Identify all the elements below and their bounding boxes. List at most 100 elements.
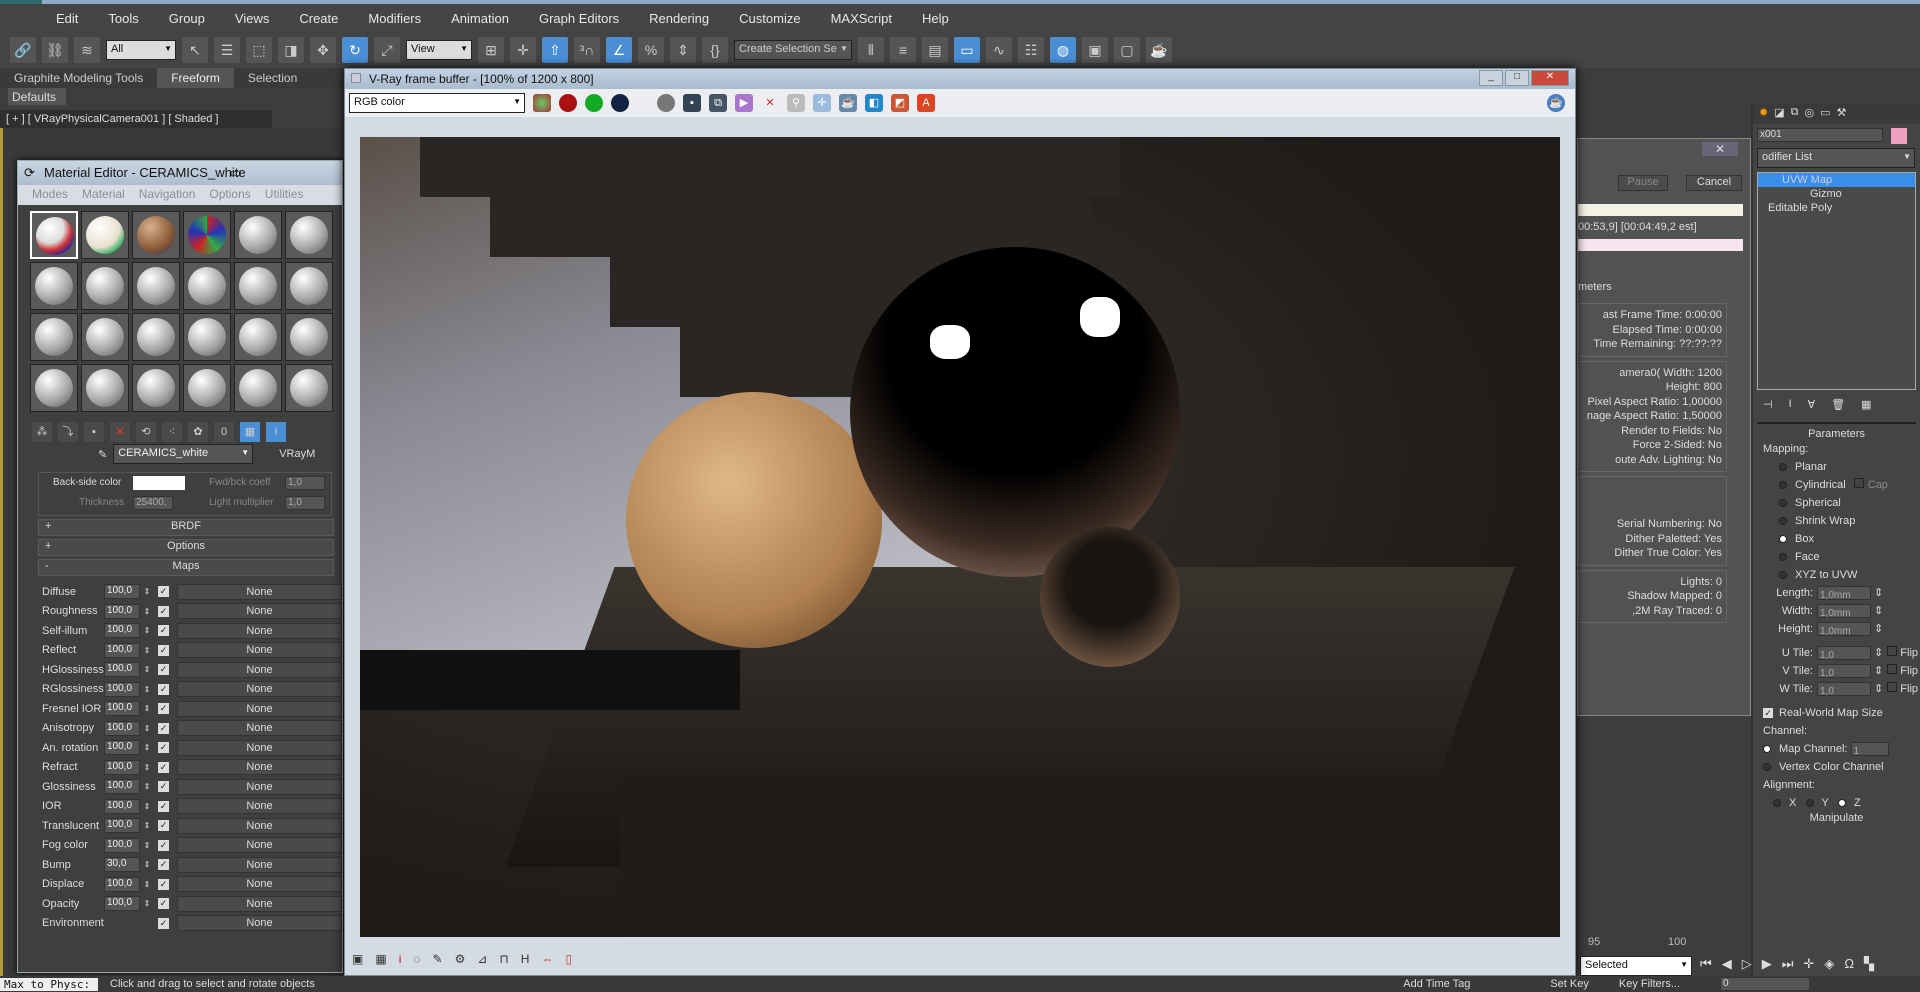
sample-slot[interactable] xyxy=(234,313,282,361)
menu-create[interactable]: Create xyxy=(299,11,338,26)
align-x-radio[interactable] xyxy=(1773,799,1781,808)
spinner-icon[interactable]: ⇕ xyxy=(142,587,152,596)
map-enabled-checkbox[interactable]: ✓ xyxy=(158,644,169,656)
table-icon[interactable]: ▦ xyxy=(375,952,386,970)
sample-slot[interactable] xyxy=(183,313,231,361)
map-slot-button[interactable]: None xyxy=(177,837,342,854)
modifier-list-dropdown[interactable]: odifier List xyxy=(1757,148,1915,168)
map-amount-field[interactable]: 100,0 xyxy=(104,720,140,736)
maximize-button[interactable]: □ xyxy=(1505,70,1529,86)
load-image-icon[interactable]: ▶ xyxy=(735,94,753,112)
add-time-tag[interactable]: Add Time Tag xyxy=(1403,978,1470,990)
menu-options[interactable]: Options xyxy=(209,187,250,203)
material-id-icon[interactable]: 0 xyxy=(214,422,234,442)
manipulate-button[interactable]: Manipulate xyxy=(1753,812,1920,824)
save-image-icon[interactable]: ▪ xyxy=(683,94,701,112)
spinner-icon[interactable]: ⇕ xyxy=(142,704,152,713)
sample-slot[interactable] xyxy=(285,211,333,259)
map-slot-button[interactable]: None xyxy=(177,681,342,698)
menu-rendering[interactable]: Rendering xyxy=(649,11,709,26)
ribbon-icon[interactable]: ▭ xyxy=(954,37,980,63)
map-amount-field[interactable]: 100,0 xyxy=(104,896,140,912)
stack-item-gizmo[interactable]: Gizmo xyxy=(1758,187,1915,201)
back-side-color-swatch[interactable] xyxy=(133,476,185,490)
material-editor-icon[interactable]: ◍ xyxy=(1050,37,1076,63)
flip-checkbox[interactable] xyxy=(1887,664,1898,674)
map-slot-button[interactable]: None xyxy=(177,661,342,678)
play-icon[interactable]: ▷ xyxy=(1742,956,1752,972)
menu-animation[interactable]: Animation xyxy=(451,11,509,26)
utilities-tab-icon[interactable]: ⚒ xyxy=(1837,106,1847,122)
tile-field[interactable]: 1,0 xyxy=(1817,664,1871,679)
map-amount-field[interactable]: 100,0 xyxy=(104,642,140,658)
map-enabled-checkbox[interactable]: ✓ xyxy=(158,722,169,734)
render-region-icon[interactable]: ☕ xyxy=(839,94,857,112)
pin-stack-icon[interactable]: ⊣ xyxy=(1763,398,1773,412)
map-amount-field[interactable]: 100,0 xyxy=(104,818,140,834)
display-tab-icon[interactable]: ▭ xyxy=(1820,106,1830,122)
map-amount-field[interactable]: 100,0 xyxy=(104,681,140,697)
sample-slot[interactable] xyxy=(183,262,231,310)
mapping-radio[interactable] xyxy=(1779,463,1787,472)
spinner-icon[interactable]: ⇕ xyxy=(142,802,152,811)
rollup-options[interactable]: + Options xyxy=(38,539,334,556)
mapping-radio[interactable] xyxy=(1779,481,1787,490)
sample-slot[interactable] xyxy=(132,262,180,310)
percent-snap-icon[interactable]: % xyxy=(638,37,664,63)
make-unique-icon[interactable]: ∀ xyxy=(1808,398,1816,412)
sample-slot[interactable] xyxy=(132,364,180,412)
map-amount-field[interactable]: 100,0 xyxy=(104,876,140,892)
spinner-icon[interactable]: ⇕ xyxy=(142,646,152,655)
tab-freeform[interactable]: Freeform xyxy=(157,68,234,88)
map-slot-button[interactable]: None xyxy=(177,700,342,717)
stamp-icon[interactable]: ▯ xyxy=(565,952,572,970)
show-end-result-icon[interactable]: I xyxy=(266,422,286,442)
bind-space-warp-icon[interactable]: ≋ xyxy=(74,37,100,63)
copy-material-icon[interactable]: ⟲ xyxy=(136,422,156,442)
map-slot-button[interactable]: None xyxy=(177,739,342,756)
maxscript-listener[interactable]: Max to Physc: xyxy=(0,977,98,991)
menu-group[interactable]: Group xyxy=(169,11,205,26)
stack-item-uvw-map[interactable]: UVW Map xyxy=(1758,173,1915,187)
keyboard-shortcut-icon[interactable]: ⇧ xyxy=(542,37,568,63)
viewport-label[interactable]: [ + ] [ VRayPhysicalCamera001 ] [ Shaded… xyxy=(0,110,272,128)
assign-material-icon[interactable]: ▪ xyxy=(84,422,104,442)
stack-item-editable-poly[interactable]: Editable Poly xyxy=(1758,201,1915,215)
map-slot-button[interactable]: None xyxy=(177,759,342,776)
spinner-icon[interactable]: ⇕ xyxy=(1871,683,1883,695)
angle-snap-icon[interactable]: ∠ xyxy=(606,37,632,63)
mapping-radio[interactable] xyxy=(1779,553,1787,562)
map-slot-button[interactable]: None xyxy=(177,642,342,659)
map-enabled-checkbox[interactable]: ✓ xyxy=(158,625,169,637)
vertex-color-radio[interactable] xyxy=(1763,763,1771,772)
map-enabled-checkbox[interactable]: ✓ xyxy=(158,917,169,929)
spinner-icon[interactable]: ⇕ xyxy=(1871,605,1883,617)
map-amount-field[interactable]: 100,0 xyxy=(104,740,140,756)
align-icon[interactable]: ≡ xyxy=(890,37,916,63)
ab-compare-icon[interactable]: A xyxy=(917,94,935,112)
map-amount-field[interactable]: 100,0 xyxy=(104,837,140,853)
menu-modes[interactable]: Modes xyxy=(32,187,68,203)
settings-icon[interactable]: ⚙ xyxy=(455,952,466,970)
material-name-field[interactable]: CERAMICS_white xyxy=(113,444,254,464)
show-map-icon[interactable]: ▦ xyxy=(240,422,260,442)
put-to-scene-icon[interactable]: ⤵ xyxy=(58,422,78,442)
alpha-channel-icon[interactable] xyxy=(657,94,675,112)
select-by-name-icon[interactable]: ☰ xyxy=(214,37,240,63)
spinner-icon[interactable]: ⇕ xyxy=(142,685,152,694)
map-amount-field[interactable]: 100,0 xyxy=(104,779,140,795)
thickness-field[interactable]: 25400, xyxy=(133,496,173,510)
select-object-icon[interactable]: ↖ xyxy=(182,37,208,63)
cap-checkbox[interactable] xyxy=(1853,478,1864,488)
spinner-icon[interactable]: ⇕ xyxy=(1871,587,1883,599)
sample-slot[interactable] xyxy=(234,211,282,259)
menu-views[interactable]: Views xyxy=(235,11,269,26)
channel-dropdown[interactable]: RGB color xyxy=(349,93,525,113)
spinner-icon[interactable]: ⇕ xyxy=(142,880,152,889)
pivot-icon[interactable]: ⊞ xyxy=(478,37,504,63)
sample-slot[interactable] xyxy=(30,211,78,259)
rendered-frame-icon[interactable]: ▢ xyxy=(1114,37,1140,63)
blue-channel-icon[interactable] xyxy=(611,94,629,112)
render-teapot-icon[interactable]: ☕ xyxy=(1547,94,1565,112)
map-amount-field[interactable]: 100,0 xyxy=(104,603,140,619)
